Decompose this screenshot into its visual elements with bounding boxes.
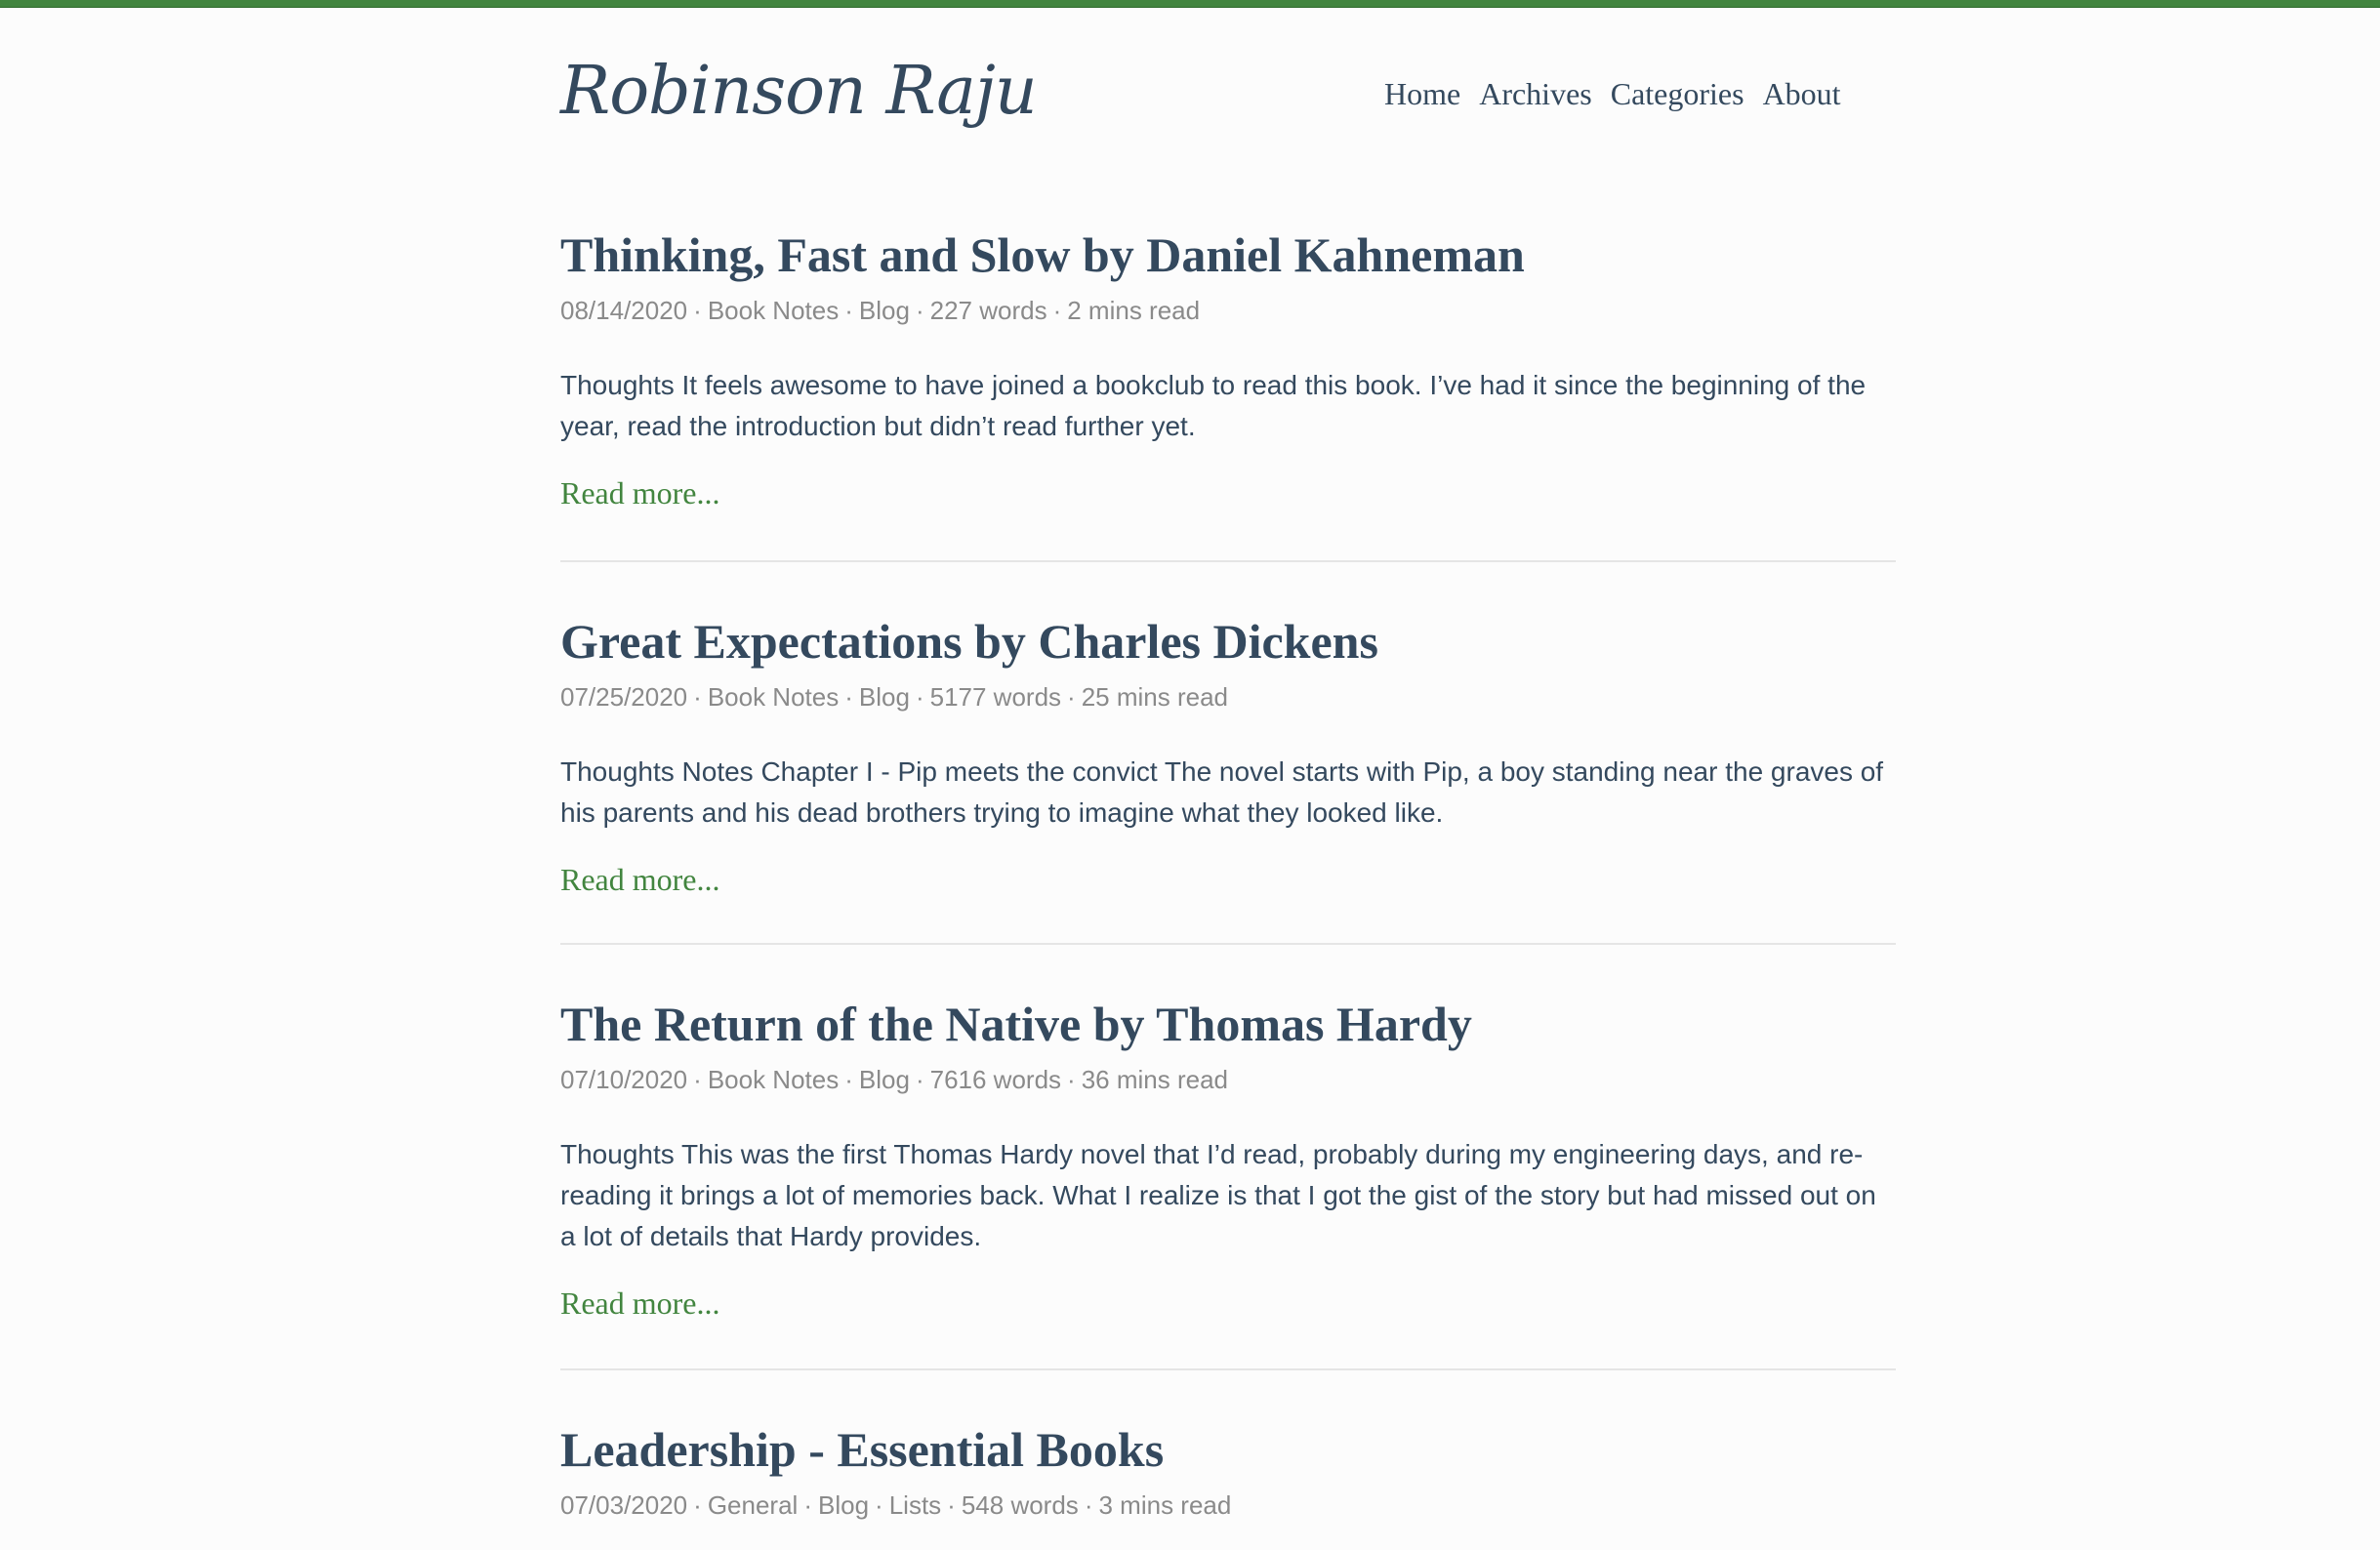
- post-date: 07/10/2020: [560, 1065, 688, 1094]
- post-date: 07/25/2020: [560, 682, 688, 712]
- nav-about-link[interactable]: About: [1763, 72, 1841, 115]
- post-title-link[interactable]: Leadership - Essential Books: [560, 1419, 1896, 1480]
- post-meta: 07/10/2020 · Book Notes · Blog · 7616 words · 36…: [560, 1065, 1229, 1094]
- post-item: Leadership - Essential Books 07/03/2020 ·…: [560, 1419, 1896, 1523]
- post-category-link[interactable]: Blog: [859, 1065, 910, 1094]
- post-word-count: 548 words: [961, 1490, 1079, 1520]
- post-read-time: 2 mins read: [1067, 296, 1201, 325]
- post-read-time: 25 mins read: [1081, 682, 1229, 712]
- post-category-link[interactable]: Book Notes: [708, 296, 839, 325]
- post-meta: 07/03/2020 · General · Blog · Lists · 548 words ·…: [560, 1490, 1232, 1520]
- post-category-link[interactable]: Book Notes: [708, 1065, 839, 1094]
- post-date: 07/03/2020: [560, 1490, 688, 1520]
- post-meta: 07/25/2020 · Book Notes · Blog · 5177 words · 25…: [560, 682, 1229, 712]
- post-read-time: 3 mins read: [1098, 1490, 1232, 1520]
- nav-categories-link[interactable]: Categories: [1611, 72, 1744, 115]
- site-title-link[interactable]: Robinson Raju: [560, 45, 1038, 139]
- post-word-count: 5177 words: [929, 682, 1062, 712]
- read-more-link[interactable]: Read more...: [560, 859, 720, 900]
- read-more-link[interactable]: Read more...: [560, 472, 720, 513]
- post-summary: Thoughts It feels awesome to have joined…: [560, 370, 1867, 441]
- page-container: Robinson Raju Home Archives Categories A…: [560, 0, 1896, 1523]
- post-read-time: 36 mins read: [1081, 1065, 1229, 1094]
- post-title-link[interactable]: The Return of the Native by Thomas Hardy: [560, 994, 1896, 1054]
- post-title-link[interactable]: Thinking, Fast and Slow by Daniel Kahnem…: [560, 224, 1896, 285]
- post-date: 08/14/2020: [560, 296, 688, 325]
- nav-archives-link[interactable]: Archives: [1479, 72, 1592, 115]
- post-item: Great Expectations by Charles Dickens 07…: [560, 611, 1896, 945]
- post-summary: Thoughts This was the first Thomas Hardy…: [560, 1139, 1876, 1251]
- site-header: Robinson Raju Home Archives Categories A…: [560, 0, 1896, 166]
- post-category-link[interactable]: Blog: [859, 682, 910, 712]
- nav-home-link[interactable]: Home: [1384, 72, 1460, 115]
- main-nav: Home Archives Categories About: [1384, 72, 1841, 115]
- post-category-link[interactable]: Lists: [889, 1490, 941, 1520]
- post-word-count: 227 words: [929, 296, 1047, 325]
- post-item: The Return of the Native by Thomas Hardy…: [560, 994, 1896, 1370]
- post-category-link[interactable]: General: [708, 1490, 799, 1520]
- post-category-link[interactable]: Blog: [859, 296, 910, 325]
- read-more-link[interactable]: Read more...: [560, 1283, 720, 1324]
- post-category-link[interactable]: Blog: [818, 1490, 869, 1520]
- post-summary: Thoughts Notes Chapter I - Pip meets the…: [560, 756, 1884, 828]
- post-title-link[interactable]: Great Expectations by Charles Dickens: [560, 611, 1896, 672]
- post-category-link[interactable]: Book Notes: [708, 682, 839, 712]
- post-word-count: 7616 words: [929, 1065, 1062, 1094]
- post-item: Thinking, Fast and Slow by Daniel Kahnem…: [560, 224, 1896, 562]
- post-meta: 08/14/2020 · Book Notes · Blog · 227 words · 2 m…: [560, 296, 1201, 325]
